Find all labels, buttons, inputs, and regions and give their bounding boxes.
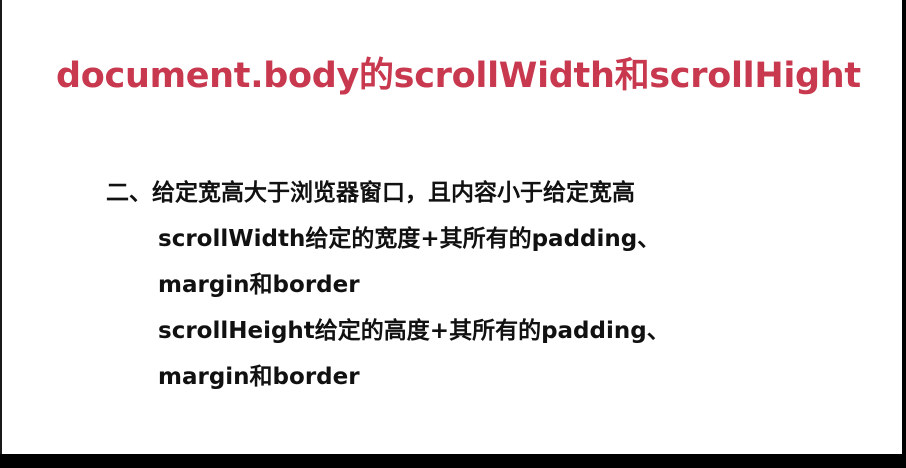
body-line-scrollwidth: scrollWidth给定的宽度+其所有的padding、 (158, 226, 661, 252)
body-line-scrollheight-cont: margin和border (158, 364, 360, 390)
body-line-scrollwidth-cont: margin和border (158, 272, 360, 298)
slide-body: 二、给定宽高大于浏览器窗口，且内容小于给定宽高 scrollWidth给定的宽度… (106, 170, 866, 400)
body-line-scrollheight: scrollHeight给定的高度+其所有的padding、 (158, 318, 670, 344)
slide: document.body的scrollWidth和scrollHight 二、… (0, 0, 902, 454)
slide-title: document.body的scrollWidth和scrollHight (56, 56, 861, 96)
body-line-heading: 二、给定宽高大于浏览器窗口，且内容小于给定宽高 (106, 180, 635, 206)
